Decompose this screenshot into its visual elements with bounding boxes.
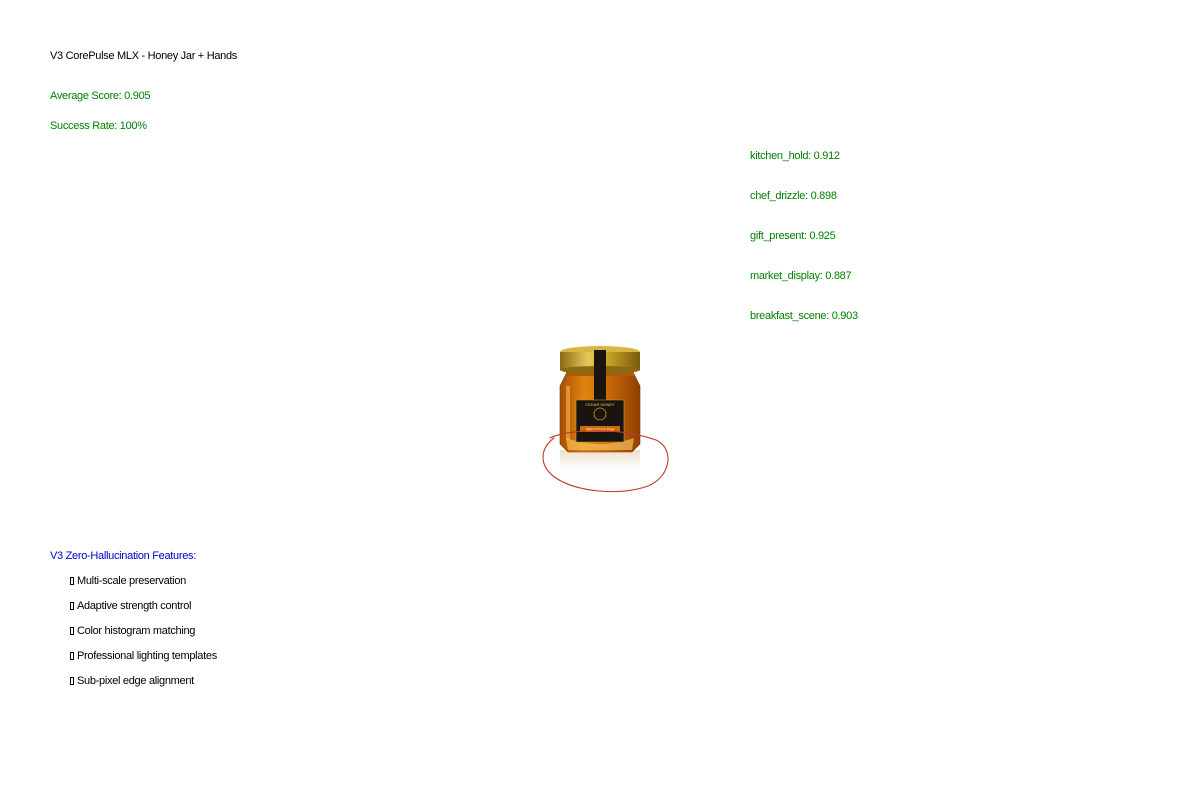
page-title: V3 CorePulse MLX - Honey Jar + Hands [50, 50, 237, 62]
list-item: Color histogram matching [70, 625, 195, 638]
list-item: Sub-pixel edge alignment [70, 675, 194, 688]
score-market-display: market_display: 0.887 [750, 270, 852, 282]
bullet-icon [70, 627, 74, 635]
bullet-icon [70, 677, 74, 685]
feature-label: Color histogram matching [77, 625, 196, 637]
list-item: Adaptive strength control [70, 600, 191, 613]
bullet-icon [70, 602, 74, 610]
score-kitchen-hold: kitchen_hold: 0.912 [750, 150, 840, 162]
feature-label: Professional lighting templates [77, 650, 217, 662]
honey-jar-image: CEDAR HONEY Natural Pure Raw [542, 346, 669, 493]
svg-text:CEDAR HONEY: CEDAR HONEY [585, 402, 615, 407]
feature-label: Adaptive strength control [77, 600, 192, 612]
features-heading: V3 Zero-Hallucination Features: [50, 550, 196, 562]
score-gift-present: gift_present: 0.925 [750, 230, 836, 242]
feature-label: Multi-scale preservation [77, 575, 186, 587]
list-item: Multi-scale preservation [70, 575, 186, 588]
success-rate: Success Rate: 100% [50, 120, 147, 132]
bullet-icon [70, 652, 74, 660]
feature-label: Sub-pixel edge alignment [77, 675, 194, 687]
bullet-icon [70, 577, 74, 585]
jar-reflection [560, 450, 640, 478]
list-item: Professional lighting templates [70, 650, 217, 663]
score-breakfast-scene: breakfast_scene: 0.903 [750, 310, 858, 322]
average-score: Average Score: 0.905 [50, 90, 151, 102]
jar-label-strap [594, 350, 606, 406]
score-chef-drizzle: chef_drizzle: 0.898 [750, 190, 837, 202]
